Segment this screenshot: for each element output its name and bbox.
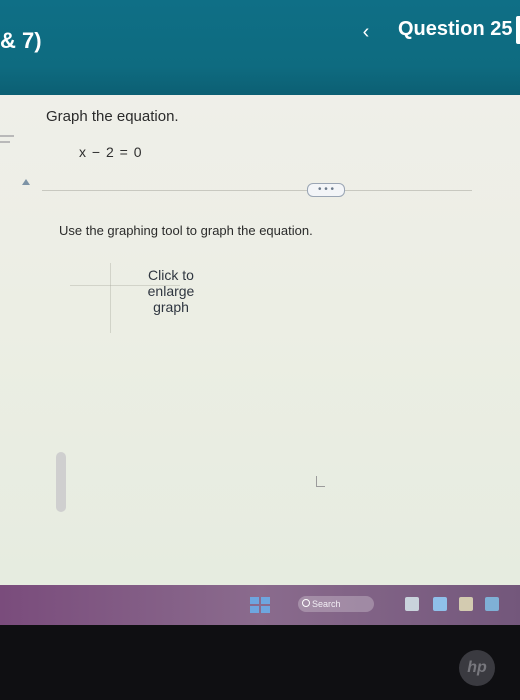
instruction-text: Use the graphing tool to graph the equat… (59, 223, 313, 238)
enlarge-graph-link[interactable]: Click to enlarge graph (136, 267, 206, 315)
question-prompt: Graph the equation. (46, 108, 179, 125)
question-content: Graph the equation. x − 2 = 0 • • • Use … (0, 95, 520, 585)
divider (42, 190, 472, 191)
question-header: & 7) ‹ Question 25 (0, 0, 520, 95)
taskbar-search-input[interactable]: Search (298, 596, 374, 612)
more-options-button[interactable]: • • • (307, 183, 345, 197)
app-icon[interactable] (485, 597, 499, 611)
windows-start-icon[interactable] (250, 597, 270, 613)
graph-grid-line (110, 263, 111, 333)
widgets-icon[interactable] (405, 597, 419, 611)
equation-text: x − 2 = 0 (79, 144, 143, 160)
chevron-left-icon[interactable]: ‹ (356, 22, 376, 42)
os-taskbar: Search (0, 585, 520, 625)
next-question-edge[interactable] (516, 16, 520, 44)
chat-icon[interactable] (433, 597, 447, 611)
question-number: Question 25 (398, 18, 513, 40)
search-placeholder: Search (312, 599, 341, 609)
section-label: & 7) (0, 28, 42, 53)
menu-icon[interactable] (0, 135, 14, 137)
file-explorer-icon[interactable] (459, 597, 473, 611)
triangle-up-icon[interactable] (22, 179, 30, 185)
hp-logo: hp (459, 650, 495, 686)
scrollbar[interactable] (56, 452, 66, 512)
menu-icon-line (0, 141, 10, 143)
cursor-icon (316, 476, 325, 487)
laptop-bezel (0, 625, 520, 700)
search-icon (302, 599, 310, 607)
